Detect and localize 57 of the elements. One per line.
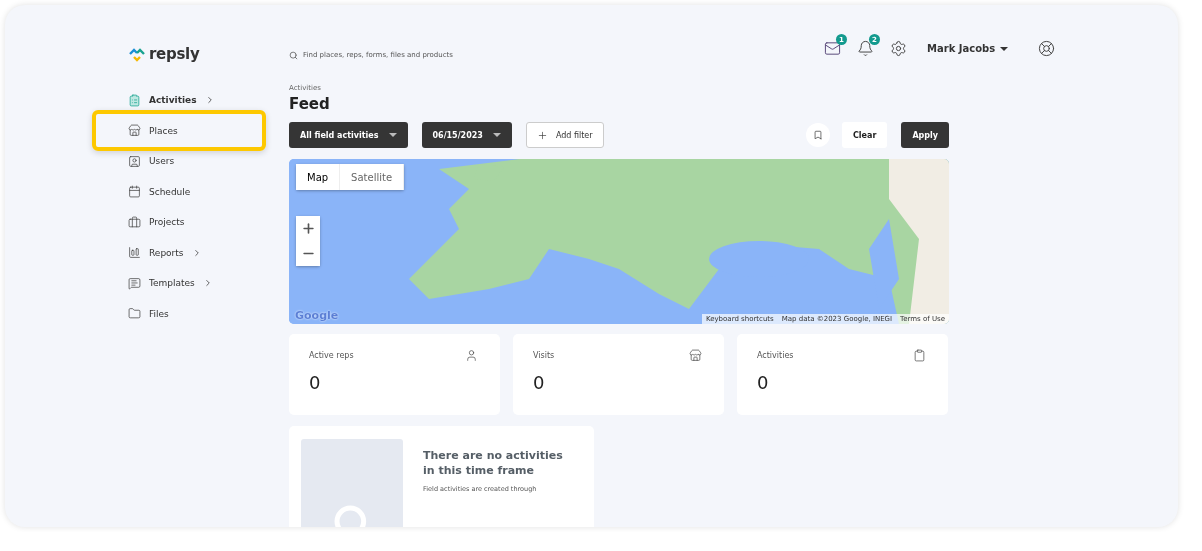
bookmark-icon <box>813 130 823 140</box>
empty-title: There are no activities in this time frame <box>423 449 564 479</box>
sidebar-label: Users <box>149 156 175 167</box>
stat-label: Active reps <box>309 351 354 360</box>
sidebar-label: Files <box>149 308 169 319</box>
sidebar-item[interactable]: Activities <box>128 90 215 111</box>
user-menu[interactable]: Mark Jacobs <box>927 43 1009 54</box>
sidebar-label: Reports <box>149 247 184 258</box>
apply-button[interactable]: Apply <box>901 122 949 148</box>
caret-icon <box>388 133 397 137</box>
store-icon <box>128 124 141 138</box>
user-icon <box>128 154 141 168</box>
stat-label: Activities <box>757 351 794 360</box>
map-type-tab[interactable]: Map <box>296 164 341 190</box>
logo-text: repsly <box>149 45 200 63</box>
filter-dropdown[interactable]: All field activities <box>289 122 408 148</box>
sidebar-label: Places <box>149 125 178 136</box>
sidebar-item[interactable]: Files <box>128 303 169 324</box>
page-title: Feed <box>289 95 331 113</box>
message-icon <box>128 276 141 290</box>
sidebar-item[interactable]: Reports <box>128 242 202 263</box>
settings-icon[interactable] <box>890 40 907 57</box>
plus-icon <box>300 221 316 236</box>
sidebar-label: Schedule <box>149 186 191 197</box>
calendar-icon <box>128 185 141 199</box>
stat-value: 0 <box>533 372 546 393</box>
logo-icon <box>128 46 146 62</box>
clear-button[interactable]: Clear <box>842 122 888 148</box>
add-filter-button[interactable]: Add filter <box>525 122 604 148</box>
sidebar-item[interactable]: Templates <box>128 273 213 294</box>
folder-icon <box>128 307 141 321</box>
sidebar-item[interactable]: Users <box>128 151 175 172</box>
stat-label: Visits <box>533 351 555 360</box>
search-icon <box>289 50 298 60</box>
stat-value: 0 <box>309 372 322 393</box>
map-type-tab[interactable]: Satellite <box>340 164 405 190</box>
notification-icon[interactable] <box>857 40 874 57</box>
sidebar-label: Activities <box>149 95 197 106</box>
stat-value: 0 <box>757 372 770 393</box>
sidebar-item[interactable]: Projects <box>128 212 185 233</box>
user-icon <box>465 349 478 362</box>
clipboard-icon <box>128 93 141 107</box>
caret-icon <box>492 133 501 137</box>
zoom-in-button[interactable] <box>296 216 320 241</box>
plus-icon <box>536 129 548 141</box>
sidebar-label: Templates <box>149 278 195 289</box>
store-icon <box>689 349 702 362</box>
bar-chart-icon <box>128 246 141 260</box>
sidebar-item[interactable]: Places <box>128 120 178 141</box>
help-icon[interactable] <box>1038 40 1056 57</box>
clipboard-icon <box>913 349 926 362</box>
sidebar-item[interactable]: Schedule <box>128 181 191 202</box>
caret-icon <box>1000 46 1009 51</box>
mail-icon[interactable] <box>824 40 841 57</box>
filter-dropdown[interactable]: 06/15/2023 <box>421 122 512 148</box>
sidebar-label: Projects <box>149 217 185 228</box>
briefcase-icon <box>128 215 141 229</box>
